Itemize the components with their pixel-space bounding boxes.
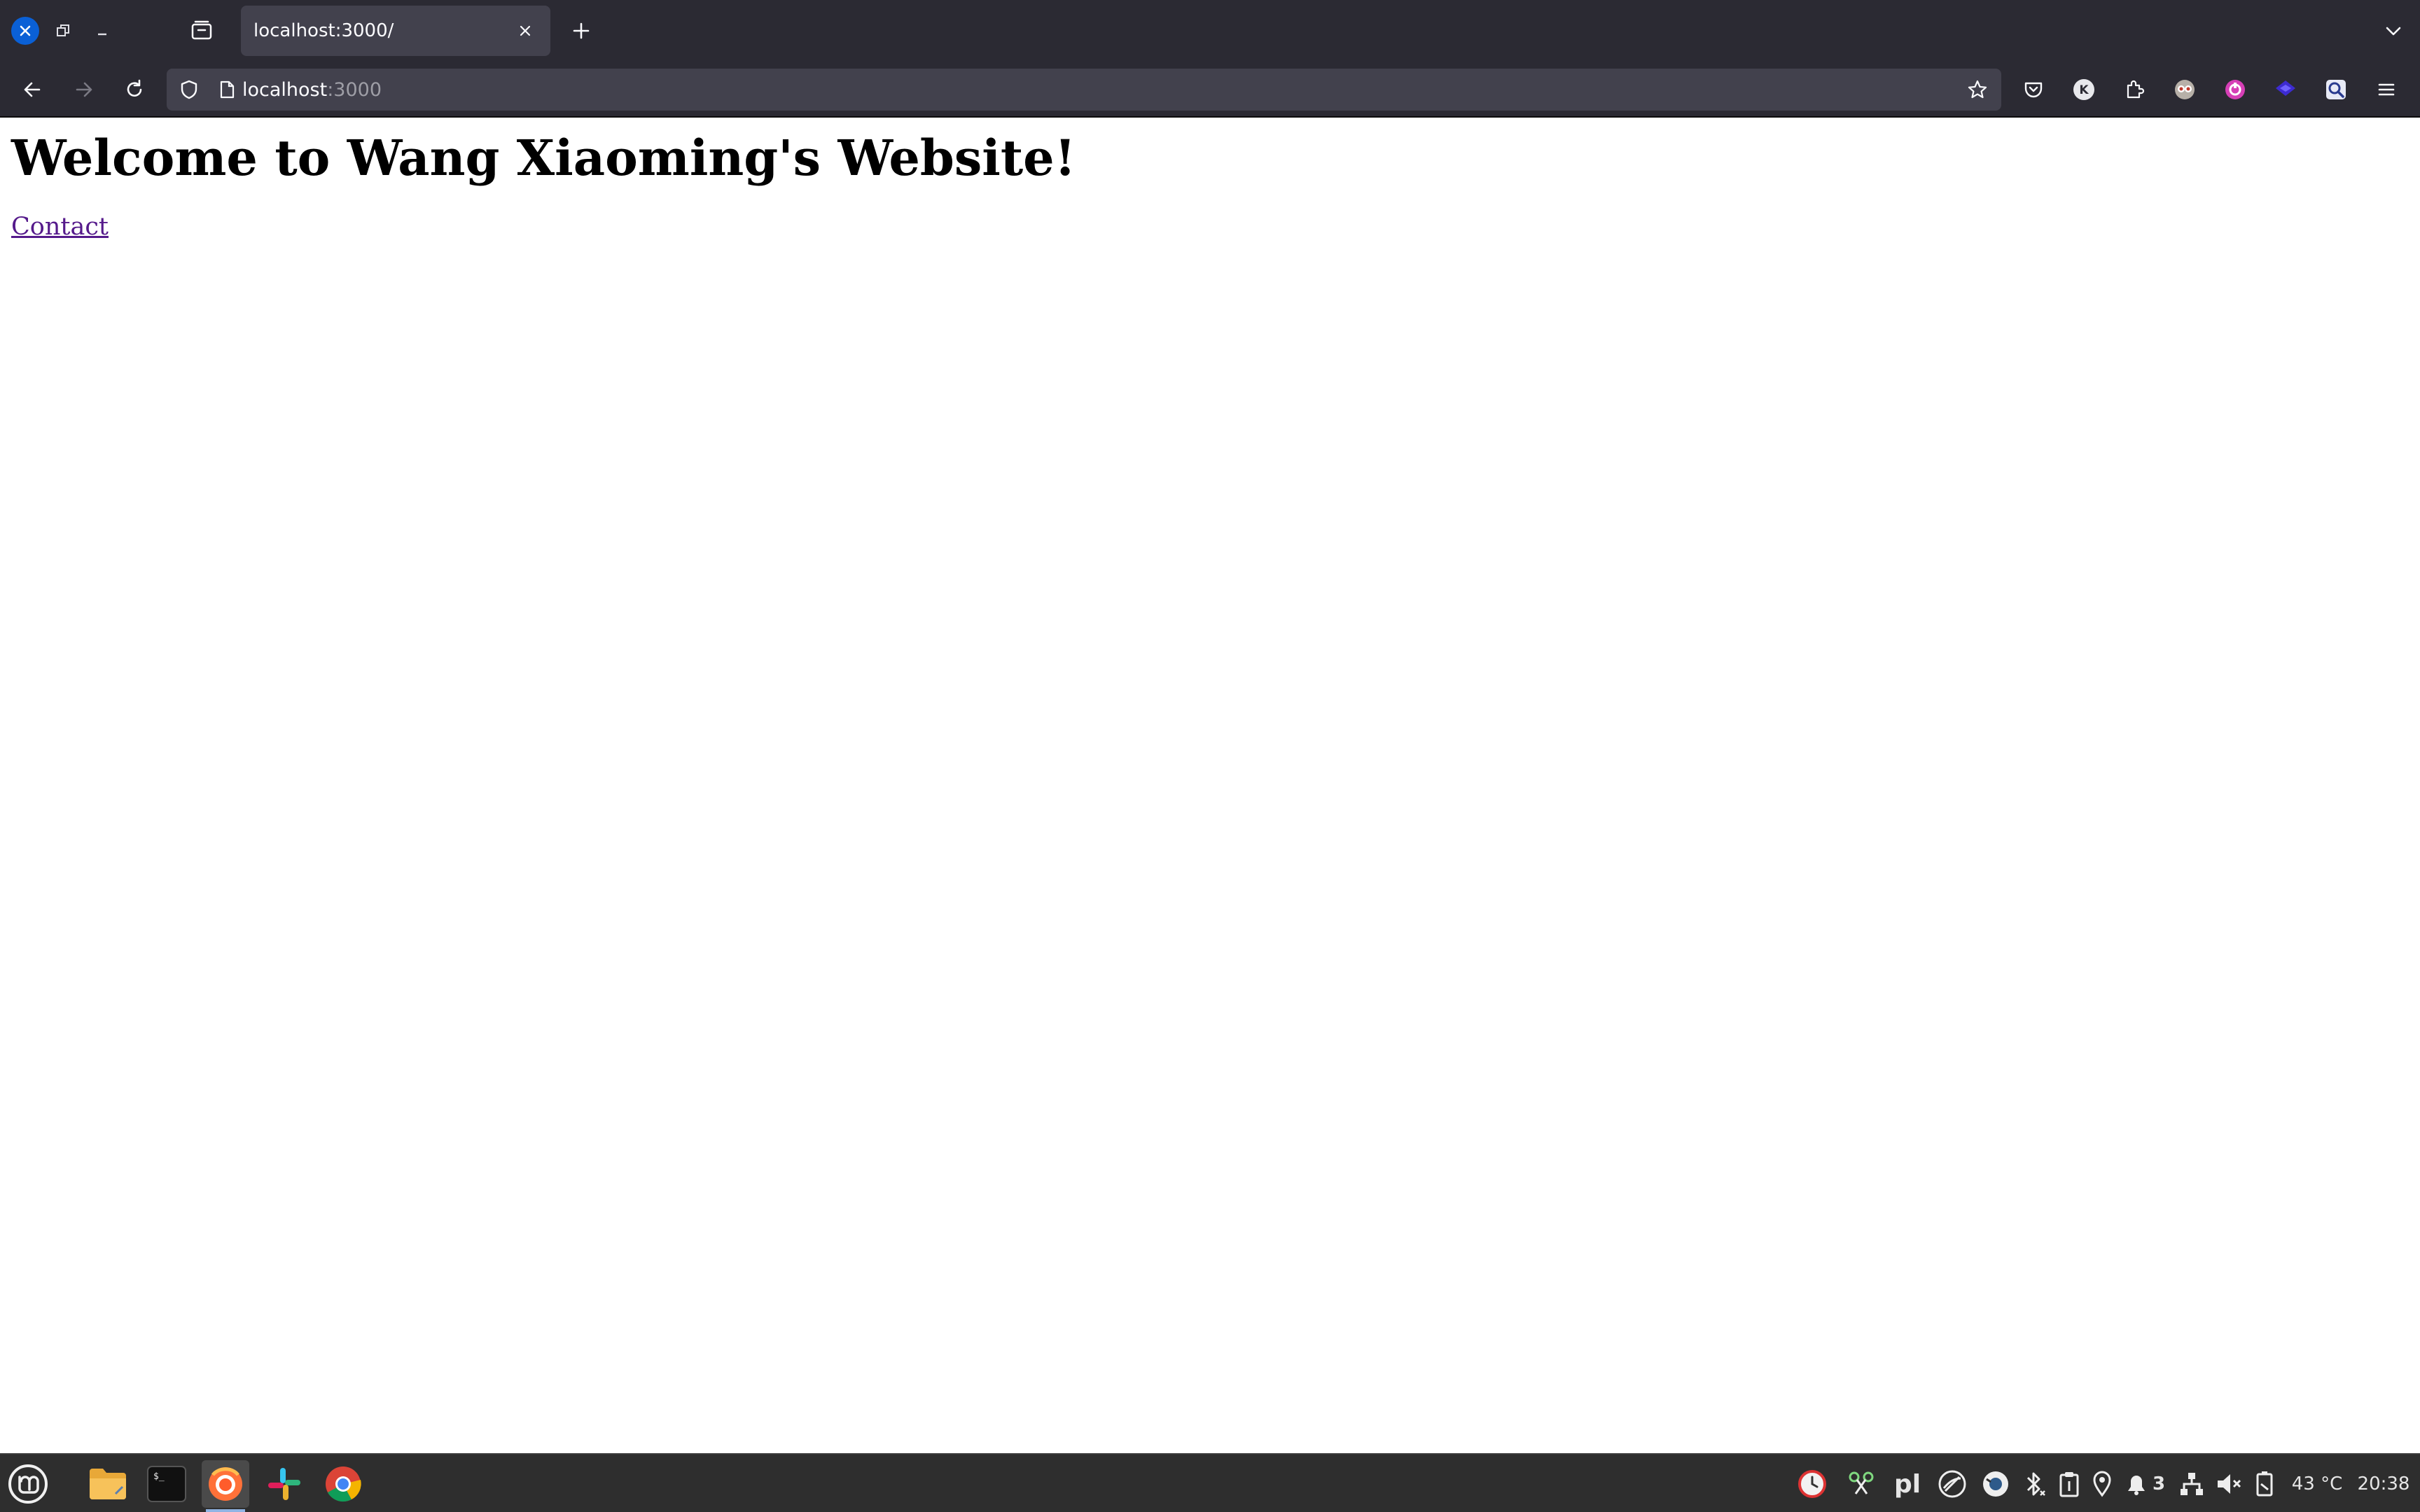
eyes-extension-button[interactable] [2168, 73, 2202, 106]
layers-icon [2276, 80, 2295, 96]
folder-icon [90, 1469, 126, 1499]
temperature-label: 43 °C [2291, 1474, 2343, 1494]
clock-applet[interactable] [1793, 1464, 1832, 1504]
clock-indicator[interactable]: 20:38 [2353, 1464, 2414, 1504]
arrow-left-icon [24, 82, 41, 97]
window-close-button[interactable] [11, 17, 39, 45]
close-icon [20, 25, 31, 36]
bookmark-star-button[interactable] [1962, 74, 1993, 105]
url-text[interactable]: localhost:3000 [242, 79, 382, 101]
hamburger-menu-icon [2378, 83, 2395, 96]
pink-circle-icon [2225, 80, 2245, 99]
vpn-icon [1938, 1470, 1966, 1498]
contact-link[interactable]: Contact [11, 213, 109, 241]
shield-icon[interactable] [178, 78, 200, 101]
page-title: Welcome to Wang Xiaoming's Website! [11, 129, 1076, 187]
mint-menu-icon [8, 1464, 48, 1504]
plus-icon [573, 22, 590, 39]
navigation-toolbar: localhost:3000 K [0, 62, 2420, 118]
reload-icon [127, 79, 142, 97]
temperature-indicator[interactable]: 43 °C [2284, 1464, 2350, 1504]
page-viewport: Welcome to Wang Xiaoming's Website! Cont… [0, 119, 2420, 1453]
url-port: :3000 [327, 78, 382, 101]
firefox-taskbar-button[interactable] [202, 1460, 249, 1512]
new-tab-button[interactable] [566, 15, 597, 46]
slack-taskbar-button[interactable] [260, 1460, 308, 1508]
firefox-view-button[interactable] [186, 15, 217, 46]
pocket-icon [2024, 82, 2043, 98]
search-icon [2326, 80, 2346, 99]
window-restore-button[interactable] [49, 17, 77, 45]
extensions-button[interactable] [2118, 73, 2151, 106]
firefox-view-icon [191, 20, 212, 40]
clipboard-applet[interactable] [2052, 1464, 2087, 1504]
eyes-icon [2175, 80, 2195, 99]
chrome-taskbar-button[interactable] [319, 1460, 367, 1508]
svg-text:$_: $_ [153, 1471, 165, 1482]
slack-icon [268, 1468, 300, 1500]
bell-icon [2127, 1476, 2145, 1495]
star-icon [1968, 80, 1987, 99]
files-taskbar-button[interactable] [84, 1460, 132, 1508]
pocket-button[interactable] [2017, 73, 2050, 106]
terminal-taskbar-button[interactable]: $_ [143, 1460, 190, 1508]
app-menu-button[interactable] [2370, 73, 2403, 106]
pink-extension-button[interactable] [2218, 73, 2252, 106]
forward-button[interactable] [67, 73, 101, 106]
url-host: localhost [242, 78, 328, 101]
url-bar[interactable]: localhost:3000 [167, 69, 2001, 111]
puzzle-icon [2127, 80, 2145, 99]
time-label: 20:38 [2357, 1474, 2410, 1494]
keyboard-layout-indicator[interactable]: pl [1888, 1464, 1927, 1504]
location-pin-icon [2093, 1471, 2111, 1497]
scissors-icon [1849, 1471, 1874, 1494]
screenshot-applet[interactable] [1842, 1464, 1881, 1504]
account-k-extension-button[interactable]: K [2067, 73, 2101, 106]
window-minimize-button[interactable] [88, 17, 116, 45]
close-icon [520, 25, 531, 36]
firefox-icon [209, 1467, 242, 1501]
notifications-applet[interactable]: 3 [2120, 1464, 2169, 1504]
terminal-icon: $_ [147, 1466, 186, 1502]
network-applet[interactable] [2174, 1464, 2210, 1504]
vpn-applet[interactable] [1933, 1464, 1972, 1504]
back-button[interactable] [15, 73, 49, 106]
taskbar: $_ pl 3 43 °C 20:38 [0, 1453, 2420, 1512]
update-manager-applet[interactable] [1976, 1464, 2015, 1504]
shield-check-icon [1983, 1471, 2008, 1497]
clipboard-icon [2059, 1472, 2079, 1497]
volume-muted-icon [2218, 1474, 2241, 1494]
alarm-clock-icon [1798, 1470, 1826, 1498]
notification-count: 3 [2152, 1474, 2166, 1494]
bluetooth-applet[interactable] [2017, 1464, 2052, 1504]
tab-strip: localhost:3000/ [0, 0, 2420, 62]
location-applet[interactable] [2085, 1464, 2119, 1504]
reload-button[interactable] [118, 73, 151, 106]
tab-localhost[interactable]: localhost:3000/ [241, 6, 550, 56]
battery-applet[interactable] [2248, 1464, 2281, 1504]
arrow-right-icon [76, 82, 92, 97]
mint-menu-button[interactable] [4, 1460, 52, 1508]
minimize-icon [98, 33, 106, 36]
list-all-tabs-button[interactable] [2378, 15, 2409, 46]
tab-close-button[interactable] [513, 18, 538, 43]
bluetooth-icon [2026, 1472, 2045, 1496]
keyboard-layout-label: pl [1893, 1469, 1921, 1499]
tab-title: localhost:3000/ [253, 20, 394, 41]
chrome-icon [326, 1466, 361, 1502]
sound-applet[interactable] [2210, 1464, 2248, 1504]
page-icon[interactable] [217, 80, 237, 99]
svg-text:K: K [2079, 83, 2089, 97]
layers-extension-button[interactable] [2269, 73, 2302, 106]
search-extension-button[interactable] [2319, 73, 2353, 106]
restore-icon [57, 24, 69, 36]
network-wired-icon [2181, 1473, 2203, 1495]
chevron-down-icon [2386, 27, 2401, 36]
battery-icon [2256, 1471, 2273, 1497]
k-avatar-icon: K [2073, 79, 2094, 100]
